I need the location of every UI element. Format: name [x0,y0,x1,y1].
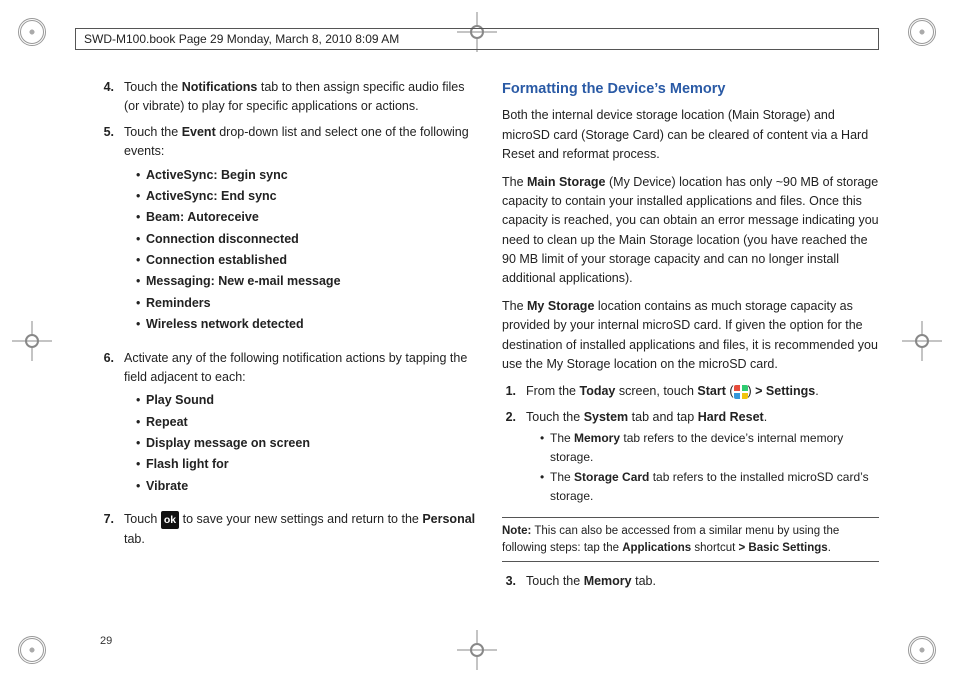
list-item: •Wireless network detected [136,315,477,334]
text: shortcut [691,542,738,554]
page-header: SWD-M100.book Page 29 Monday, March 8, 2… [75,28,879,50]
step-body: Touch the System tab and tap Hard Reset.… [526,408,879,508]
step-4: 4. Touch the Notifications tab to then a… [100,78,477,117]
text: From the [526,384,580,398]
bold-notifications: Notifications [182,80,258,94]
bold-event: Event [182,125,216,139]
note-label: Note: [502,525,531,537]
bold-main-storage: Main Storage [527,175,606,189]
text: The [502,299,527,313]
step-number: 1. [502,382,526,401]
step-number: 2. [502,408,526,508]
bold-applications: Applications [622,542,691,554]
crop-mark-bl [18,636,46,664]
text: screen, touch [615,384,697,398]
text: . [815,384,818,398]
text: The [502,175,527,189]
list-item: •Flash light for [136,455,477,474]
step6-bullets: •Play Sound •Repeat •Display message on … [136,391,477,496]
note-block: Note: This can also be accessed from a s… [502,517,879,561]
step-number: 3. [502,572,526,591]
step-1-right: 1. From the Today screen, touch Start ()… [502,382,879,401]
list-item: •Beam: Autoreceive [136,208,477,227]
page-number: 29 [100,635,112,647]
list-item: •Reminders [136,294,477,313]
paragraph: Both the internal device storage locatio… [502,106,879,164]
crop-mark-right [902,321,942,361]
list-item: •Messaging: New e-mail message [136,272,477,291]
sub-bullets: •The Memory tab refers to the device’s i… [540,429,879,505]
text: tab. [124,532,145,546]
list-item: •Play Sound [136,391,477,410]
step-number: 4. [100,78,124,117]
list-item: •Vibrate [136,477,477,496]
step-2-right: 2. Touch the System tab and tap Hard Res… [502,408,879,508]
right-column: Formatting the Device’s Memory Both the … [502,78,879,622]
crop-mark-tl [18,18,46,46]
list-item: •ActiveSync: End sync [136,187,477,206]
paragraph: The My Storage location contains as much… [502,297,879,375]
list-item: •Connection established [136,251,477,270]
text: Touch [124,512,161,526]
list-item: •Repeat [136,413,477,432]
step-body: Activate any of the following notificati… [124,349,477,505]
section-heading: Formatting the Device’s Memory [502,78,879,100]
text: Touch the [124,125,182,139]
text: Touch the [526,410,584,424]
list-item: •The Storage Card tab refers to the inst… [540,468,879,505]
step-body: Touch the Memory tab. [526,572,879,591]
bold-basic-settings: > Basic Settings [739,542,828,554]
list-item: •Connection disconnected [136,230,477,249]
step-3-right: 3. Touch the Memory tab. [502,572,879,591]
step-6: 6. Activate any of the following notific… [100,349,477,505]
text: . [764,410,767,424]
bold-personal: Personal [422,512,475,526]
paragraph: The Main Storage (My Device) location ha… [502,173,879,289]
bold-my-storage: My Storage [527,299,594,313]
text: Touch the [124,80,182,94]
crop-mark-bottom [457,630,497,670]
bold-hard-reset: Hard Reset [698,410,764,424]
text: tab and tap [628,410,698,424]
text: (My Device) location has only ~90 MB of … [502,175,879,286]
bold-system: System [584,410,628,424]
step-body: Touch the Notifications tab to then assi… [124,78,477,117]
step-number: 7. [100,510,124,549]
list-item: •Display message on screen [136,434,477,453]
step5-bullets: •ActiveSync: Begin sync •ActiveSync: End… [136,166,477,335]
page-content: 4. Touch the Notifications tab to then a… [100,78,879,622]
text: . [828,542,831,554]
step-body: Touch ok to save your new settings and r… [124,510,477,549]
step-number: 5. [100,123,124,343]
step-body: Touch the Event drop-down list and selec… [124,123,477,343]
bold-settings: > Settings [755,384,815,398]
text: ) [748,384,756,398]
text: tab. [632,574,656,588]
bold-today: Today [580,384,616,398]
step-number: 6. [100,349,124,505]
crop-mark-left [12,321,52,361]
text: ( [726,384,734,398]
text: Activate any of the following notificati… [124,351,467,384]
list-item: •ActiveSync: Begin sync [136,166,477,185]
bold-memory: Memory [584,574,632,588]
crop-mark-br [908,636,936,664]
step-body: From the Today screen, touch Start () > … [526,382,879,401]
text: to save your new settings and return to … [183,512,423,526]
left-column: 4. Touch the Notifications tab to then a… [100,78,477,622]
windows-start-icon [734,385,748,399]
list-item: •The Memory tab refers to the device’s i… [540,429,879,466]
text: Touch the [526,574,584,588]
step-5: 5. Touch the Event drop-down list and se… [100,123,477,343]
ok-icon: ok [161,511,179,529]
step-7: 7. Touch ok to save your new settings an… [100,510,477,549]
crop-mark-tr [908,18,936,46]
bold-start: Start [697,384,725,398]
